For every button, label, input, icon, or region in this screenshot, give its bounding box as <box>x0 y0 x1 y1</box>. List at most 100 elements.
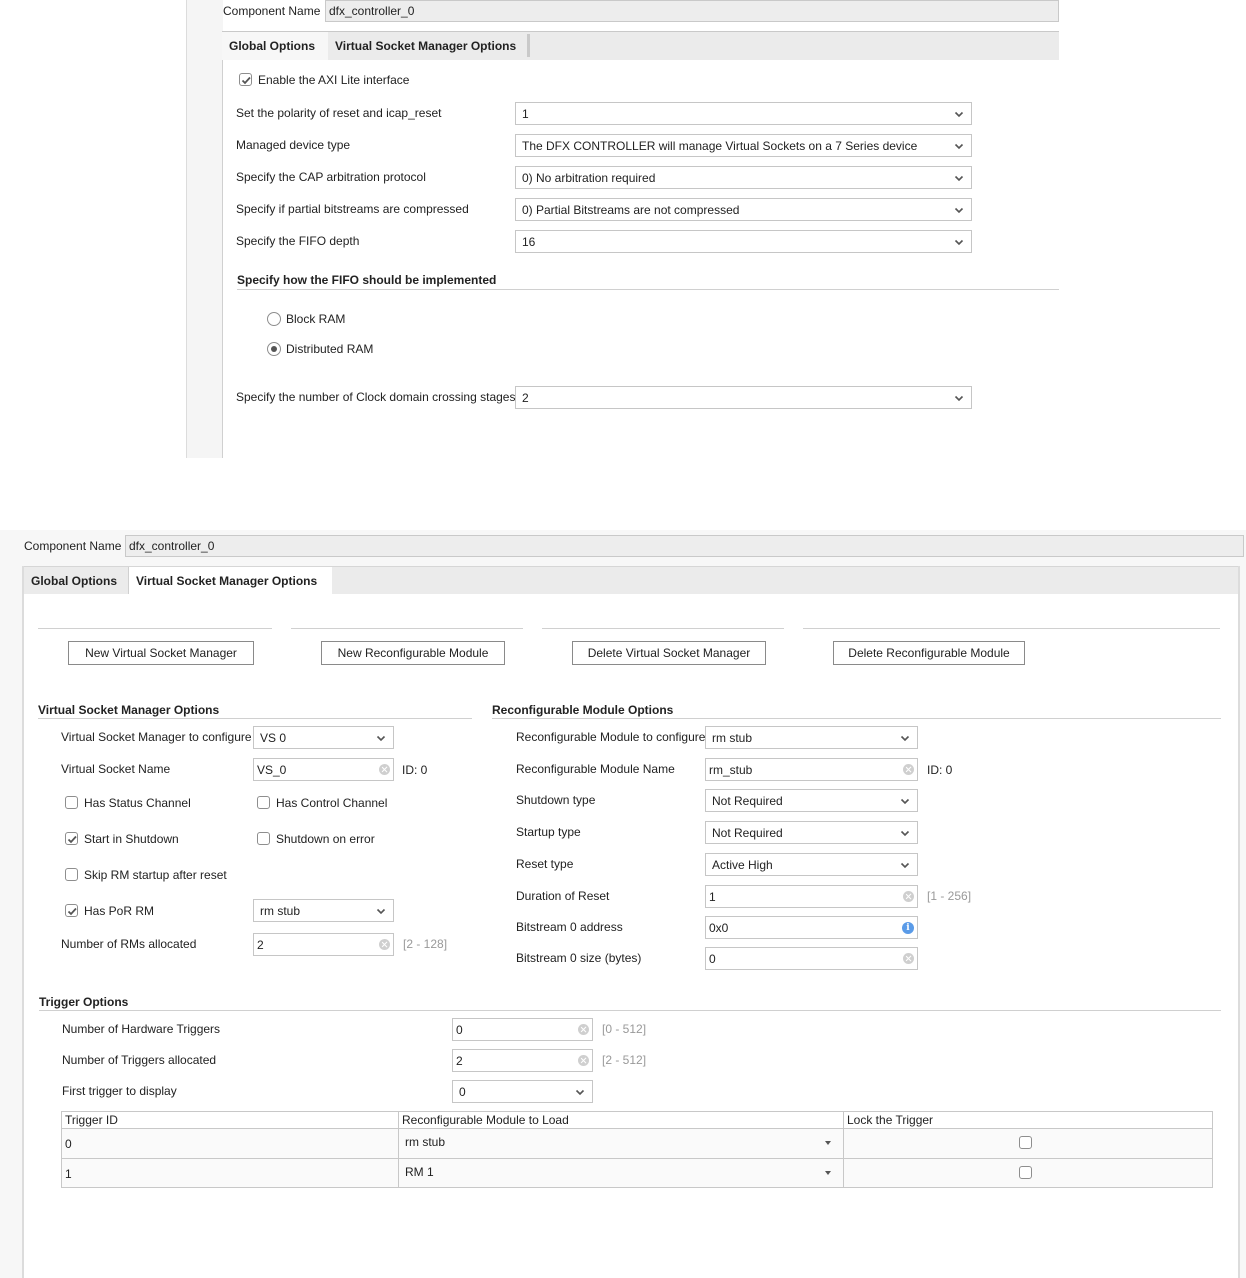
bitstream-compressed-select[interactable]: 0) Partial Bitstreams are not compressed <box>515 198 972 221</box>
clear-icon[interactable] <box>903 764 914 775</box>
lock-trigger-checkbox[interactable] <box>1019 1166 1032 1179</box>
has-status-channel-checkbox[interactable] <box>65 796 78 809</box>
clear-icon[interactable] <box>903 953 914 964</box>
radio-selected-dot <box>271 346 277 352</box>
vs-name-label: Virtual Socket Name <box>61 762 171 776</box>
component-name-field[interactable]: dfx_controller_0 <box>325 0 1059 22</box>
new-reconfigurable-module-button[interactable]: New Reconfigurable Module <box>321 641 505 665</box>
vsm-to-configure-label: Virtual Socket Manager to configure <box>61 730 252 744</box>
rm-id-text: ID: 0 <box>927 763 953 777</box>
first-trigger-label: First trigger to display <box>62 1084 177 1098</box>
start-in-shutdown-checkbox[interactable] <box>65 832 78 845</box>
button-group-divider <box>542 628 784 629</box>
fifo-depth-label: Specify the FIFO depth <box>236 234 360 248</box>
has-por-rm-checkbox[interactable] <box>65 904 78 917</box>
bitstream-size-label: Bitstream 0 size (bytes) <box>516 951 642 965</box>
reset-duration-input[interactable]: 1 <box>705 885 918 908</box>
por-rm-select[interactable]: rm stub <box>253 899 394 922</box>
hw-triggers-label: Number of Hardware Triggers <box>62 1022 221 1036</box>
trigger-id-cell: 1 <box>65 1166 72 1181</box>
vsm-to-configure-select[interactable]: VS 0 <box>253 726 394 749</box>
input-value: VS_0 <box>257 762 287 777</box>
dropdown-arrow-icon <box>825 1141 831 1145</box>
bitstream-size-input[interactable]: 0 <box>705 947 918 970</box>
reset-type-select[interactable]: Active High <box>705 853 918 876</box>
block-ram-label: Block RAM <box>286 312 346 326</box>
clear-icon[interactable] <box>379 764 390 775</box>
checkmark-icon <box>241 76 251 85</box>
input-value: rm_stub <box>709 762 753 777</box>
select-value: The DFX CONTROLLER will manage Virtual S… <box>522 138 918 153</box>
trigger-table: Trigger ID Reconfigurable Module to Load… <box>61 1111 1213 1188</box>
column-divider <box>843 1112 844 1187</box>
select-value: Not Required <box>712 793 783 808</box>
rm-to-configure-select[interactable]: rm stub <box>705 726 918 749</box>
bitstream-address-input[interactable]: 0x0 i <box>705 916 918 939</box>
component-name-value: dfx_controller_0 <box>329 4 415 18</box>
block-ram-radio[interactable] <box>267 312 281 326</box>
shutdown-type-select[interactable]: Not Required <box>705 789 918 812</box>
skip-rm-startup-label: Skip RM startup after reset <box>84 868 227 882</box>
startup-type-select[interactable]: Not Required <box>705 821 918 844</box>
reset-type-label: Reset type <box>516 857 574 871</box>
tab-virtual-socket-manager-options[interactable]: Virtual Socket Manager Options <box>129 567 332 594</box>
tab-global-options[interactable]: Global Options <box>24 567 128 594</box>
fifo-section-title: Specify how the FIFO should be implement… <box>237 273 497 287</box>
tab-virtual-socket-manager-options[interactable]: Virtual Socket Manager Options <box>328 32 523 60</box>
tab-label: Virtual Socket Manager Options <box>136 573 318 588</box>
module-value: rm stub <box>405 1135 446 1149</box>
select-value: 1 <box>522 106 529 121</box>
reset-polarity-select[interactable]: 1 <box>515 102 972 125</box>
module-dropdown-cell[interactable]: rm stub <box>399 1129 843 1157</box>
rm-name-input[interactable]: rm_stub <box>705 758 918 781</box>
fifo-depth-select[interactable]: 16 <box>515 230 972 253</box>
column-header-trigger-id[interactable]: Trigger ID <box>62 1112 118 1128</box>
num-rms-label: Number of RMs allocated <box>61 937 197 951</box>
tab-label: Global Options <box>31 573 117 588</box>
cdc-stages-select[interactable]: 2 <box>515 386 972 409</box>
cdc-stages-label: Specify the number of Clock domain cross… <box>236 390 516 404</box>
has-control-channel-checkbox[interactable] <box>257 796 270 809</box>
start-in-shutdown-label: Start in Shutdown <box>84 832 179 846</box>
hw-triggers-range: [0 - 512] <box>602 1022 647 1036</box>
managed-device-type-select[interactable]: The DFX CONTROLLER will manage Virtual S… <box>515 134 972 157</box>
delete-virtual-socket-manager-button[interactable]: Delete Virtual Socket Manager <box>572 641 766 665</box>
rm-name-label: Reconfigurable Module Name <box>516 762 675 776</box>
first-trigger-select[interactable]: 0 <box>452 1080 593 1103</box>
clear-icon[interactable] <box>578 1055 589 1066</box>
num-rms-input[interactable]: 2 <box>253 933 394 956</box>
section-divider <box>38 718 472 719</box>
column-header-lock[interactable]: Lock the Trigger <box>844 1112 933 1128</box>
select-value: Active High <box>712 857 773 872</box>
vs-name-input[interactable]: VS_0 <box>253 758 394 781</box>
input-value: 2 <box>257 937 264 952</box>
shutdown-on-error-checkbox[interactable] <box>257 832 270 845</box>
info-icon[interactable]: i <box>902 921 914 934</box>
distributed-ram-radio[interactable] <box>267 342 281 356</box>
clear-icon[interactable] <box>578 1024 589 1035</box>
new-virtual-socket-manager-button[interactable]: New Virtual Socket Manager <box>68 641 254 665</box>
tab-strip: Global Options Virtual Socket Manager Op… <box>222 31 1059 60</box>
reset-duration-range: [1 - 256] <box>927 889 972 903</box>
enable-axi-lite-checkbox[interactable] <box>239 73 252 86</box>
has-por-rm-label: Has PoR RM <box>84 904 155 918</box>
skip-rm-startup-checkbox[interactable] <box>65 868 78 881</box>
triggers-allocated-input[interactable]: 2 <box>452 1049 593 1072</box>
vs-id-text: ID: 0 <box>402 763 428 777</box>
tab-global-options[interactable]: Global Options <box>222 32 328 60</box>
column-header-module[interactable]: Reconfigurable Module to Load <box>399 1112 569 1128</box>
button-group-divider <box>803 628 1220 629</box>
clear-icon[interactable] <box>903 891 914 902</box>
tab-label: Global Options <box>229 39 315 53</box>
chevron-down-icon <box>954 175 964 181</box>
hw-triggers-input[interactable]: 0 <box>452 1018 593 1041</box>
module-dropdown-cell[interactable]: RM 1 <box>399 1159 843 1187</box>
component-name-label: Component Name <box>223 4 321 18</box>
rm-section-title: Reconfigurable Module Options <box>492 703 674 717</box>
cap-arbitration-select[interactable]: 0) No arbitration required <box>515 166 972 189</box>
trigger-id-cell: 0 <box>65 1136 72 1151</box>
delete-reconfigurable-module-button[interactable]: Delete Reconfigurable Module <box>833 641 1025 665</box>
lock-trigger-checkbox[interactable] <box>1019 1136 1032 1149</box>
clear-icon[interactable] <box>379 939 390 950</box>
component-name-field[interactable]: dfx_controller_0 <box>125 535 1244 557</box>
